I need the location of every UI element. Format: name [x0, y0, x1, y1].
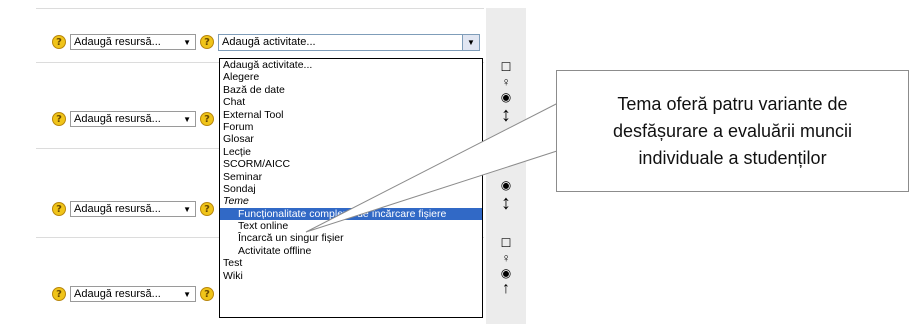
callout-box: Tema oferă patru variante de desfășurare… [556, 70, 909, 192]
callout-text: Tema oferă patru variante de desfășurare… [612, 93, 853, 168]
